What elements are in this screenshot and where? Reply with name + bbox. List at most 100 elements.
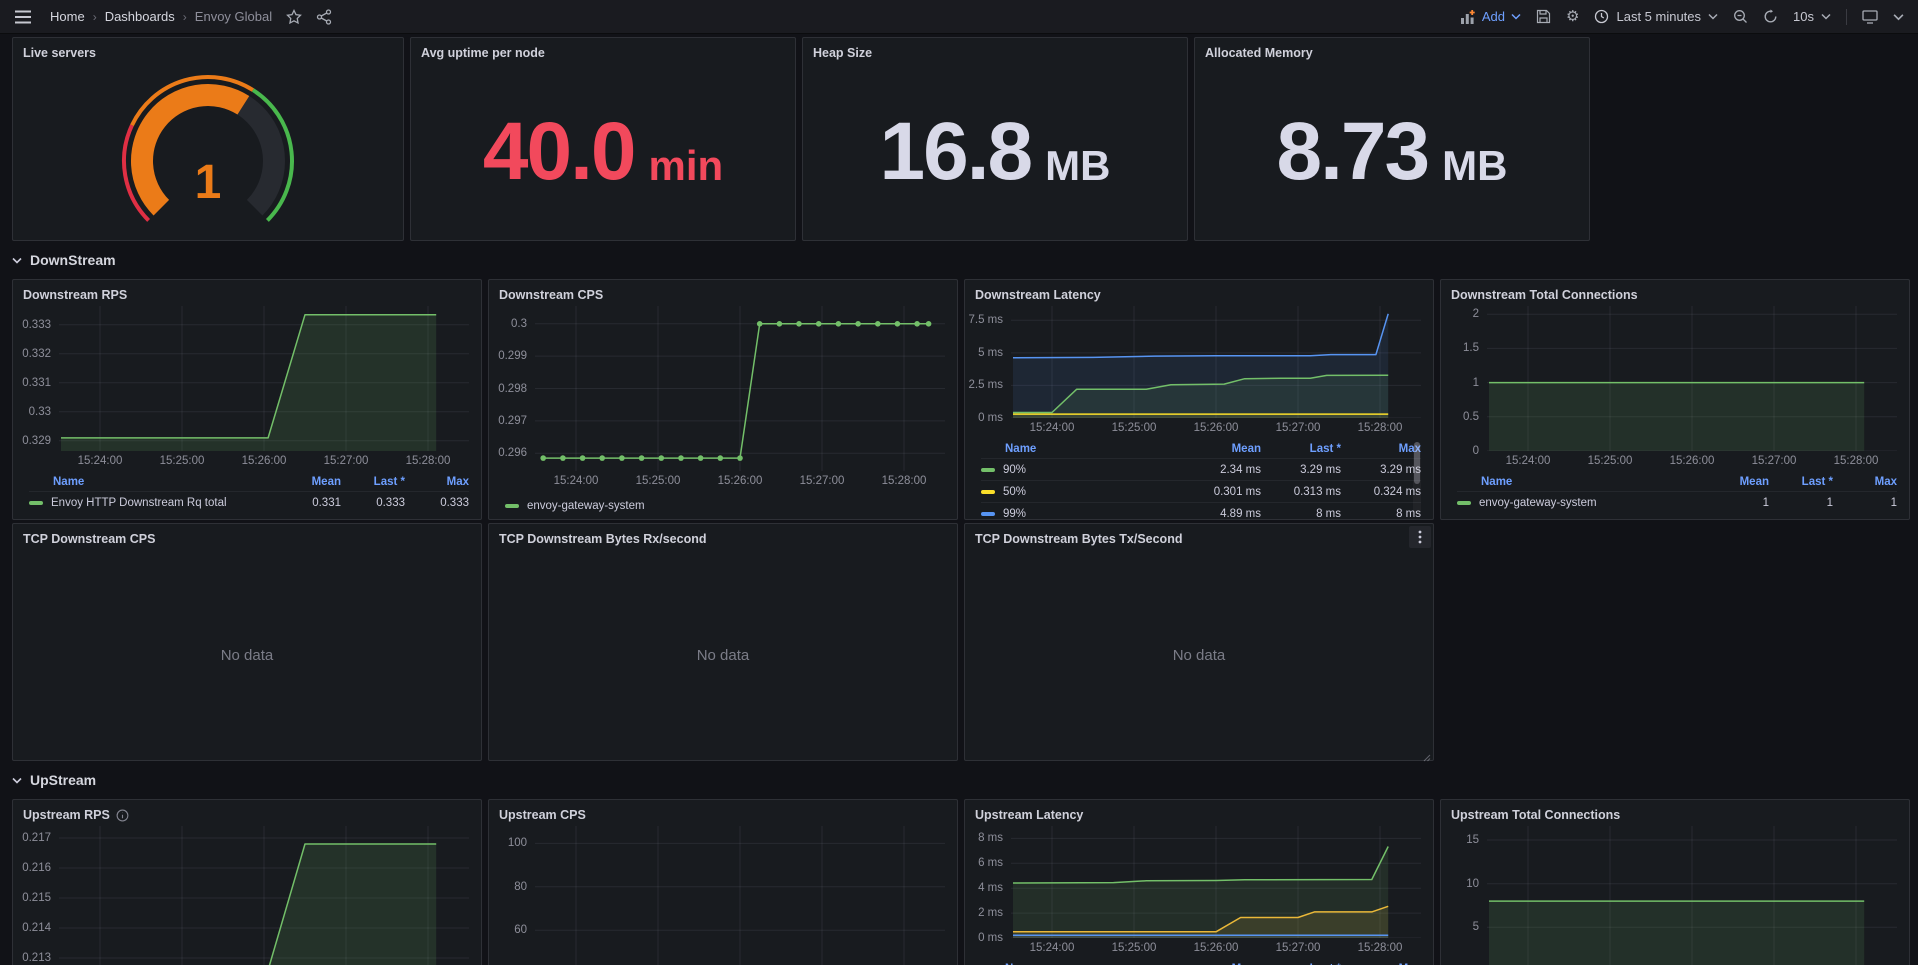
panel-upstream-cps: Upstream CPS40608010015:24:0015:25:0015:… [488, 799, 958, 965]
y-axis-label: 1 [1441, 377, 1479, 389]
add-button[interactable]: Add [1460, 9, 1521, 25]
panel-title[interactable]: Downstream Total Connections [1441, 280, 1909, 306]
tv-mode-icon[interactable] [1862, 9, 1878, 24]
panel-upstream-total-connections: Upstream Total Connections5101515:24:001… [1440, 799, 1910, 965]
info-icon[interactable] [116, 809, 129, 822]
settings-gear-icon[interactable]: ⚙ [1566, 9, 1579, 24]
y-axis-label: 0.33 [13, 406, 51, 418]
panel-heap-size: Heap Size16.8MB [802, 37, 1188, 241]
plot-area: 0.2130.2140.2150.2160.217 [13, 826, 481, 965]
legend-series[interactable]: 99% [981, 508, 1181, 518]
share-icon[interactable] [316, 9, 332, 25]
x-axis-label: 15:25:00 [636, 475, 681, 487]
panel-title[interactable]: Upstream Latency [965, 800, 1433, 826]
timeseries-plot[interactable] [1487, 306, 1897, 451]
panel-title-text: Live servers [23, 46, 96, 60]
stat-row: Live servers1Avg uptime per node40.0minH… [12, 37, 1918, 241]
zoom-out-icon[interactable] [1733, 9, 1748, 24]
chevron-down-icon[interactable] [1893, 13, 1904, 21]
legend-header-name[interactable]: Name [1457, 476, 1705, 488]
x-axis: 15:24:0015:25:0015:26:0015:27:0015:28:00 [13, 451, 481, 473]
stat-value-number: 16.8 [880, 105, 1032, 199]
x-axis-label: 15:27:00 [324, 455, 369, 467]
legend-series[interactable]: 90% [981, 464, 1181, 476]
x-axis-label: 15:28:00 [406, 455, 451, 467]
legend-header: NameMeanLast *Max [1457, 473, 1897, 491]
x-axis-label: 15:28:00 [1358, 422, 1403, 434]
panel-title[interactable]: Avg uptime per node [411, 38, 795, 64]
legend-header-col[interactable]: Last * [341, 476, 405, 488]
panel-title-text: Avg uptime per node [421, 46, 545, 60]
save-dashboard-icon[interactable] [1536, 9, 1551, 24]
legend-series[interactable]: 50% [981, 486, 1181, 498]
plot-area: 51015 [1441, 826, 1909, 965]
panel-title[interactable]: TCP Downstream Bytes Rx/second [489, 524, 957, 550]
plot-area: 0 ms2.5 ms5 ms7.5 ms [965, 306, 1433, 418]
legend-header-col[interactable]: Last * [1261, 443, 1341, 455]
legend-value: 2.34 ms [1181, 464, 1261, 476]
timeseries-plot[interactable] [1011, 826, 1421, 938]
timeseries-plot[interactable] [59, 826, 469, 965]
panel-title[interactable]: Allocated Memory [1195, 38, 1589, 64]
panel-title[interactable]: TCP Downstream CPS [13, 524, 481, 550]
menu-icon[interactable] [14, 10, 32, 24]
legend-series[interactable]: Envoy HTTP Downstream Rq total [29, 497, 277, 509]
legend-series-name[interactable]: envoy-gateway-system [527, 500, 645, 512]
legend-header-name-label: Name [53, 476, 84, 488]
x-axis-label: 15:27:00 [1276, 942, 1321, 954]
timeseries-plot[interactable] [535, 306, 945, 471]
panel-live-servers: Live servers1 [12, 37, 404, 241]
toolbar-divider [1846, 9, 1847, 25]
legend-header-col[interactable]: Mean [1705, 476, 1769, 488]
panel-title[interactable]: Downstream RPS [13, 280, 481, 306]
breadcrumb-home[interactable]: Home [50, 9, 85, 24]
legend-scrollbar[interactable] [1413, 442, 1421, 515]
y-axis-label: 0.216 [13, 862, 51, 874]
panel-menu-icon[interactable] [1409, 526, 1431, 548]
section-upstream[interactable]: UpStream [12, 761, 1918, 799]
legend-series-name: Envoy HTTP Downstream Rq total [51, 497, 227, 509]
y-axis-label: 2 ms [965, 907, 1003, 919]
x-axis-label: 15:25:00 [1588, 455, 1633, 467]
timeseries-plot[interactable] [1487, 826, 1897, 965]
panel-title[interactable]: TCP Downstream Bytes Tx/Second [965, 524, 1433, 550]
panel-title[interactable]: Upstream CPS [489, 800, 957, 826]
timeseries-plot[interactable] [59, 306, 469, 451]
panel-title[interactable]: Downstream Latency [965, 280, 1433, 306]
legend-header-col[interactable]: Mean [277, 476, 341, 488]
breadcrumb-dashboards[interactable]: Dashboards [105, 9, 175, 24]
legend-header-col[interactable]: Max [1833, 476, 1897, 488]
resize-handle[interactable] [1422, 749, 1431, 758]
timeseries-plot[interactable] [1011, 306, 1421, 418]
legend-header-col[interactable]: Last * [1769, 476, 1833, 488]
panel-title[interactable]: Live servers [13, 38, 403, 64]
section-downstream[interactable]: DownStream [12, 241, 1918, 279]
star-icon[interactable] [286, 9, 302, 25]
legend-header-col[interactable]: Max [1341, 443, 1421, 455]
legend-series-swatch [29, 501, 43, 505]
refresh-interval-picker[interactable]: 10s [1793, 9, 1831, 24]
y-axis-label: 0.298 [489, 383, 527, 395]
legend-series[interactable]: envoy-gateway-system [1457, 497, 1705, 509]
legend-series-name: 99% [1003, 508, 1026, 518]
timeseries-plot[interactable] [535, 826, 945, 965]
downstream-row: Downstream RPS0.3290.330.3310.3320.33315… [12, 279, 1918, 520]
panel-title[interactable]: Upstream Total Connections [1441, 800, 1909, 826]
x-axis-label: 15:26:00 [718, 475, 763, 487]
legend-header-col[interactable]: Max [405, 476, 469, 488]
breadcrumb-separator: › [183, 10, 187, 24]
refresh-icon[interactable] [1763, 9, 1778, 24]
panel-title[interactable]: Downstream CPS [489, 280, 957, 306]
panel-title[interactable]: Heap Size [803, 38, 1187, 64]
legend-header-name[interactable]: Name [29, 476, 277, 488]
time-range-picker[interactable]: Last 5 minutes [1594, 9, 1718, 24]
breadcrumb-separator: › [93, 10, 97, 24]
legend-series-swatch [1457, 501, 1471, 505]
legend-header-col[interactable]: Mean [1181, 443, 1261, 455]
legend-header-name[interactable]: Name [981, 443, 1181, 455]
legend-scrollbar-thumb[interactable] [1414, 442, 1420, 484]
y-axis-label: 80 [489, 881, 527, 893]
y-axis-label: 5 [1441, 921, 1479, 933]
panel-downstream-latency: Downstream Latency0 ms2.5 ms5 ms7.5 ms 15… [964, 279, 1434, 520]
panel-title[interactable]: Upstream RPS [13, 800, 481, 826]
